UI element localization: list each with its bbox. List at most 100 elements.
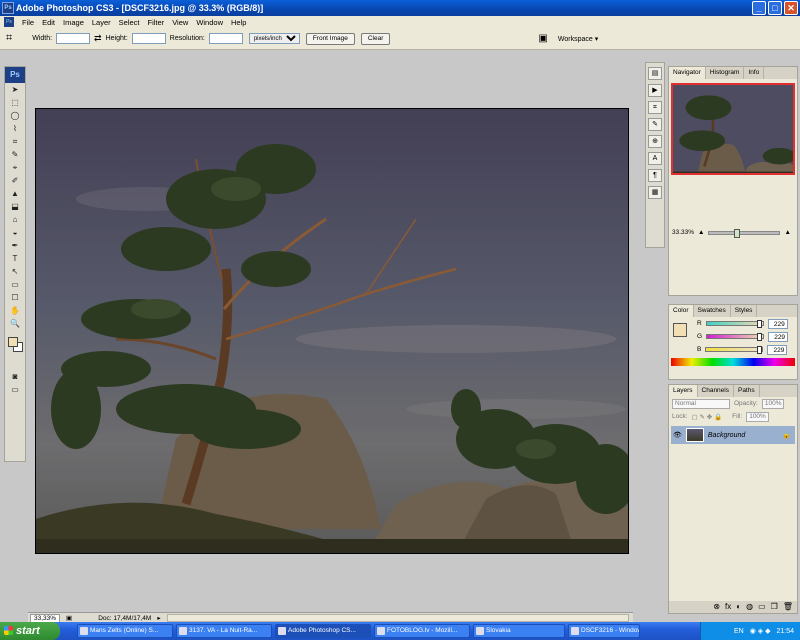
path-selection-icon[interactable]: ↖	[5, 265, 25, 278]
zoom-tool-icon[interactable]: 🔍	[5, 317, 25, 330]
opacity-input[interactable]: 100%	[761, 398, 785, 409]
channel-knob[interactable]	[757, 333, 763, 341]
color-ramp[interactable]	[671, 358, 795, 366]
menu-edit[interactable]: Edit	[42, 18, 55, 27]
task-skype[interactable]: Mans Zelts (Online) S...	[77, 624, 173, 638]
task-winamp[interactable]: 3137. VA - La Nuit-Ra...	[176, 624, 272, 638]
brush-tool-icon[interactable]: ✐	[5, 174, 25, 187]
move-tool-icon[interactable]: ➤	[5, 83, 25, 96]
quick-mask-icon[interactable]: ◙	[5, 370, 25, 383]
brushes-icon[interactable]: ✎	[648, 118, 662, 131]
zoom-in-icon[interactable]: ▲	[784, 229, 790, 236]
channel-b-value[interactable]: 229	[767, 344, 788, 355]
history-icon[interactable]: ▤	[648, 67, 662, 80]
channel-r-slider[interactable]	[705, 320, 764, 328]
zoom-slider-knob[interactable]	[733, 228, 740, 238]
status-menu-icon[interactable]: ▣	[66, 614, 72, 622]
navigator-thumbnail[interactable]	[671, 83, 795, 175]
tab-swatches[interactable]: Swatches	[694, 305, 731, 317]
menu-window[interactable]: Window	[196, 18, 223, 27]
shape-tool-icon[interactable]: ▭	[5, 278, 25, 291]
tab-info[interactable]: Info	[744, 67, 765, 79]
width-input[interactable]	[56, 33, 91, 44]
layer-style-icon[interactable]: fx	[725, 601, 731, 613]
clone-stamp-icon[interactable]: ▲	[5, 187, 25, 200]
marquee-tool-icon[interactable]: ⬚	[5, 96, 25, 109]
crop-tool-icon[interactable]: ⌗	[6, 32, 12, 45]
eraser-tool-icon[interactable]: ⬓	[5, 200, 25, 213]
clear-button[interactable]: Clear	[360, 32, 391, 45]
notes-tool-icon[interactable]: ☐	[5, 291, 25, 304]
menu-layer[interactable]: Layer	[92, 18, 111, 27]
layer-name[interactable]: Background	[708, 432, 778, 439]
link-layers-icon[interactable]: ⊗	[713, 601, 720, 613]
crop-tool-icon[interactable]: ⌗	[5, 135, 25, 148]
tab-layers[interactable]: Layers	[669, 385, 698, 397]
menu-select[interactable]: Select	[119, 18, 140, 27]
height-input[interactable]	[131, 33, 166, 44]
resolution-units-select[interactable]: pixels/inch	[248, 33, 300, 44]
bridge-icon[interactable]: ▣	[538, 33, 547, 44]
layer-row-background[interactable]: 👁 Background 🔒	[671, 426, 795, 444]
channel-g-value[interactable]: 229	[768, 331, 789, 342]
resolution-input[interactable]	[208, 33, 243, 44]
zoom-out-icon[interactable]: ▲	[698, 229, 704, 236]
task-firefox[interactable]: FOTOBLOG.lv - Mozill...	[374, 624, 470, 638]
menu-view[interactable]: View	[172, 18, 188, 27]
swap-icon[interactable]: ⇄	[94, 33, 102, 44]
close-button[interactable]: ✕	[784, 1, 798, 15]
new-layer-icon[interactable]: ❐	[771, 601, 778, 613]
tab-styles[interactable]: Styles	[731, 305, 758, 317]
delete-layer-icon[interactable]: 🗑	[783, 601, 793, 613]
type-tool-icon[interactable]: T	[5, 252, 25, 265]
pen-tool-icon[interactable]: ✒	[5, 239, 25, 252]
channel-r-value[interactable]: 229	[767, 318, 788, 329]
lasso-tool-icon[interactable]: ◯	[5, 109, 25, 122]
blend-mode-select[interactable]: Normal	[672, 398, 730, 409]
tool-presets-icon[interactable]: ⌗	[648, 101, 662, 114]
menu-image[interactable]: Image	[63, 18, 84, 27]
adjustment-layer-icon[interactable]: ◍	[746, 601, 753, 613]
dodge-tool-icon[interactable]: ◒	[5, 226, 25, 239]
gradient-tool-icon[interactable]: ⌂	[5, 213, 25, 226]
minimize-button[interactable]: _	[752, 1, 766, 15]
fill-input[interactable]: 100%	[746, 411, 769, 422]
healing-brush-icon[interactable]: ⌖	[5, 161, 25, 174]
status-arrow-icon[interactable]: ▸	[157, 614, 160, 622]
tab-paths[interactable]: Paths	[734, 385, 760, 397]
channel-b-slider[interactable]	[705, 346, 764, 354]
slice-tool-icon[interactable]: ✎	[5, 148, 25, 161]
visibility-eye-icon[interactable]: 👁	[673, 431, 682, 439]
maximize-button[interactable]: □	[768, 1, 782, 15]
task-photoshop[interactable]: Adobe Photoshop CS...	[275, 624, 371, 638]
menu-file[interactable]: File	[22, 18, 34, 27]
start-button[interactable]: start	[0, 622, 60, 640]
hand-tool-icon[interactable]: ✋	[5, 304, 25, 317]
actions-icon[interactable]: ▶	[648, 84, 662, 97]
screen-mode-icon[interactable]: ▭	[5, 383, 25, 396]
layer-comps-icon[interactable]: ▦	[648, 186, 662, 199]
layer-mask-icon[interactable]: ◐	[736, 601, 741, 613]
channel-knob[interactable]	[756, 346, 762, 354]
tab-histogram[interactable]: Histogram	[706, 67, 745, 79]
menu-help[interactable]: Help	[231, 18, 246, 27]
paragraph-icon[interactable]: ¶	[648, 169, 662, 182]
document-canvas[interactable]	[35, 108, 629, 554]
navigator-zoom-slider[interactable]	[708, 228, 781, 238]
tab-navigator[interactable]: Navigator	[669, 67, 706, 79]
lock-icons[interactable]: ▢ ✎ ✥ 🔒	[692, 413, 723, 421]
task-image-viewer[interactable]: DSCF3216 - Windows...	[568, 624, 640, 638]
horizontal-scrollbar[interactable]	[166, 614, 629, 622]
navigator-zoom-value[interactable]: 33.33%	[672, 229, 694, 236]
tab-channels[interactable]: Channels	[698, 385, 734, 397]
channel-knob[interactable]	[757, 320, 763, 328]
channel-g-slider[interactable]	[706, 333, 765, 341]
tray-icons[interactable]: ◉ ◈ ◆	[750, 627, 771, 635]
menu-filter[interactable]: Filter	[148, 18, 165, 27]
character-icon[interactable]: A	[648, 152, 662, 165]
document-icon[interactable]: Ps	[4, 17, 14, 27]
clone-source-icon[interactable]: ⊕	[648, 135, 662, 148]
color-foreground-swatch[interactable]	[673, 323, 687, 337]
magic-wand-icon[interactable]: ⌇	[5, 122, 25, 135]
new-group-icon[interactable]: ▭	[758, 601, 766, 613]
